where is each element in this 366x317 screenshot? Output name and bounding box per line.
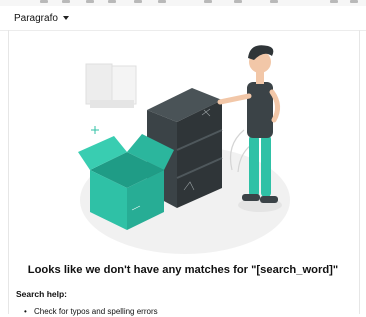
list-icon[interactable] [158, 0, 166, 3]
sparkle-icon [91, 126, 99, 134]
paragraph-format-label: Paragrafo [14, 12, 58, 24]
bold-icon[interactable] [40, 0, 48, 3]
no-matches-title: Looks like we don't have any matches for… [27, 264, 339, 276]
search-help-list: Check for typos and spelling errors [24, 307, 158, 317]
strike-icon[interactable] [108, 0, 116, 3]
comment-icon[interactable] [270, 0, 278, 3]
chevron-down-icon [62, 16, 69, 20]
list-item: Check for typos and spelling errors [24, 307, 158, 317]
undo-icon[interactable] [330, 0, 338, 3]
table-icon[interactable] [234, 0, 242, 3]
image-icon[interactable] [204, 0, 212, 3]
underline-icon[interactable] [86, 0, 94, 3]
italic-icon[interactable] [62, 0, 70, 3]
empty-results-illustration [78, 45, 290, 254]
format-bar: Paragrafo [0, 6, 366, 31]
link-icon[interactable] [134, 0, 142, 3]
search-help-label: Search help: [16, 289, 68, 299]
book-stack [85, 63, 137, 108]
paragraph-format-dropdown[interactable]: Paragrafo [14, 11, 69, 25]
redo-icon[interactable] [350, 0, 358, 3]
